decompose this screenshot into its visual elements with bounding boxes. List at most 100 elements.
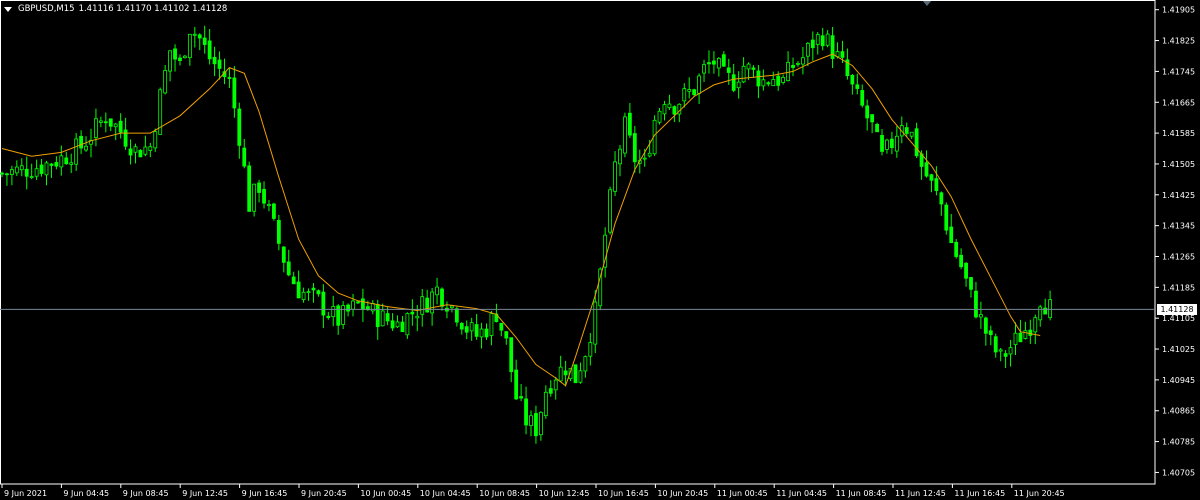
candle (662, 100, 667, 121)
candle-body-bear (1028, 329, 1033, 336)
candle (400, 315, 405, 333)
candle-body-bull (183, 55, 187, 59)
candle-body-bear (262, 188, 266, 204)
candle-body-bull (687, 89, 692, 92)
candle (1013, 322, 1018, 355)
current-price-label: 1.41128 (1157, 303, 1197, 315)
candle-body-bull (558, 366, 563, 382)
candle (766, 81, 771, 87)
candle (54, 156, 59, 170)
candle-body-bull (163, 70, 168, 94)
candle-body-bear (232, 77, 237, 109)
moving-average-line (1, 53, 1041, 387)
candle-body-bear (672, 106, 677, 115)
candle (721, 51, 726, 67)
candle (489, 310, 494, 346)
time-tick-label: 10 Jun 08:45 (479, 489, 530, 498)
time-tick-label: 10 Jun 16:45 (598, 489, 649, 498)
candle-body-bear (712, 60, 716, 65)
candle (810, 31, 815, 61)
candle (459, 322, 464, 335)
candle-body-bull (543, 391, 548, 416)
candle (178, 54, 182, 66)
candle-body-bear (855, 84, 860, 89)
candle (998, 347, 1003, 362)
candle (697, 73, 701, 105)
candle (1028, 319, 1033, 344)
candle (153, 128, 158, 152)
candle (207, 28, 212, 65)
candle (168, 50, 172, 82)
candle-body-bear (103, 121, 108, 124)
time-tick-label: 9 Jun 04:45 (63, 489, 109, 498)
candle (504, 331, 509, 345)
candle (529, 410, 533, 437)
candle-body-bull (815, 34, 820, 45)
candle (123, 117, 128, 150)
candle (118, 113, 123, 139)
candle (791, 57, 795, 77)
candle (445, 301, 449, 319)
price-tick-label: 1.40705 (1162, 468, 1195, 477)
candle (84, 136, 88, 152)
candle (855, 73, 860, 95)
candle (420, 288, 425, 327)
candle (192, 26, 197, 48)
candle (242, 138, 247, 169)
candle-body-bull (697, 75, 701, 94)
candle-body-bull (489, 313, 494, 336)
candle (89, 128, 93, 158)
candle (494, 303, 499, 323)
candle-body-bull (741, 65, 746, 83)
candle-body-bull (998, 349, 1003, 352)
candle-body-bear (573, 364, 578, 384)
candle (484, 323, 489, 340)
plot-frame (0, 0, 1156, 485)
candle-body-bear (336, 305, 341, 326)
candle-body-bear (212, 56, 217, 65)
candle (830, 27, 835, 69)
candle-body-bull (168, 50, 172, 72)
candle-body-bull (771, 79, 776, 87)
candle (583, 355, 588, 378)
candle (479, 322, 484, 349)
candle (924, 150, 929, 178)
candle (1048, 290, 1053, 321)
candle-body-bear (49, 163, 54, 166)
candle (306, 288, 311, 301)
candle-body-bear (464, 326, 469, 333)
candle-body-bull (479, 328, 484, 338)
price-chart[interactable]: 1.41905 1.41825 1.41745 1.41665 1.41585 1.415… (0, 0, 1200, 500)
price-tick-label: 1.41505 (1162, 160, 1195, 169)
candle-body-bull (647, 152, 652, 157)
price-tick-label: 1.41665 (1162, 98, 1195, 107)
candle-body-bear (247, 165, 252, 212)
candle-body-bear (934, 178, 939, 192)
candle-body-bear (217, 59, 222, 69)
candle-body-bull (796, 62, 800, 65)
candle-body-bull (69, 162, 74, 165)
candle (113, 122, 118, 141)
time-tick-label: 11 Jun 08:45 (836, 489, 887, 498)
candle (850, 74, 855, 95)
moving-average (1, 53, 1041, 387)
candle (291, 271, 296, 285)
candle (316, 289, 321, 297)
candle (128, 139, 133, 165)
candle-body-bull (657, 110, 662, 123)
price-tick-label: 1.40945 (1162, 376, 1195, 385)
chart-window[interactable]: GBPUSD,M15 1.41116 1.41170 1.41102 1.411… (0, 0, 1200, 500)
candle-body-bear (776, 75, 781, 86)
candle (939, 191, 944, 216)
candle (702, 59, 706, 82)
candle-body-bear (993, 336, 998, 353)
candle-body-bull (9, 169, 14, 176)
candle-body-bear (983, 317, 988, 334)
candle-body-bull (14, 166, 19, 174)
candle (138, 149, 143, 158)
candle (974, 281, 978, 319)
candle-body-bear (123, 129, 128, 147)
candle (692, 88, 697, 97)
candle-body-bull (613, 161, 617, 192)
candle-body-bear (627, 112, 632, 136)
